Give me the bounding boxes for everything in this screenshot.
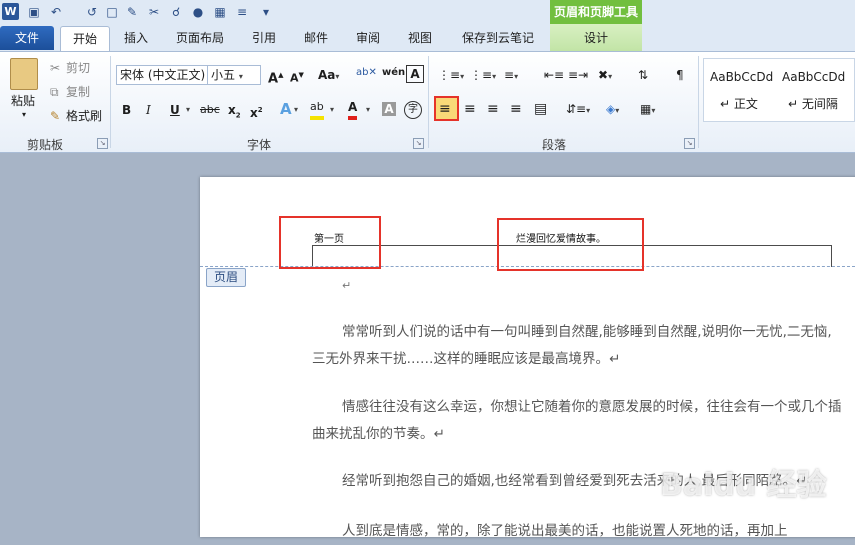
copy-button[interactable]: 复制	[66, 82, 90, 102]
save-icon[interactable]: ▣	[26, 4, 42, 20]
justify-icon[interactable]: ≡	[510, 99, 522, 119]
tab-insert[interactable]: 插入	[116, 28, 156, 48]
show-marks-icon[interactable]: ¶	[676, 65, 684, 85]
word-logo-icon[interactable]: W	[2, 3, 19, 20]
body-paragraph-1[interactable]: 常常听到人们说的话中有一句叫睡到自然醒,能够睡到自然醒,说明你一无忧,二无恼,三…	[312, 319, 842, 373]
font-group-label: 字体	[246, 138, 271, 152]
format-painter-button[interactable]: 格式刷	[66, 106, 102, 126]
superscript-icon[interactable]: x2	[250, 100, 263, 120]
font-color-icon[interactable]: A	[348, 100, 358, 120]
tab-mailings[interactable]: 邮件	[296, 28, 336, 48]
bullets-icon[interactable]: ⋮≡▾	[438, 65, 464, 85]
globe-icon[interactable]: ●	[190, 4, 206, 20]
paragraph-mark: ↵	[342, 279, 352, 292]
paragraph-launcher-icon[interactable]: ↘	[684, 138, 695, 149]
shrink-font-icon[interactable]: A▼	[290, 65, 304, 85]
edit-icon[interactable]: ✎	[124, 4, 140, 20]
enclose-characters-icon[interactable]: 字	[404, 101, 422, 119]
divider	[698, 56, 699, 148]
header-label-tag: 页眉	[206, 268, 246, 287]
borders-icon[interactable]: ▦▾	[640, 99, 655, 119]
highlight-box-header-title	[497, 218, 644, 271]
grow-font-icon[interactable]: A▲	[268, 65, 283, 86]
tab-references[interactable]: 引用	[244, 28, 284, 48]
header-footer-tools-label: 页眉和页脚工具	[550, 0, 642, 24]
align-center-icon[interactable]: ≡	[464, 99, 476, 119]
character-shading-icon[interactable]: A	[382, 102, 396, 116]
tab-page-layout[interactable]: 页面布局	[168, 28, 232, 48]
tab-view[interactable]: 视图	[400, 28, 440, 48]
print-preview-icon[interactable]: ☌	[168, 4, 184, 20]
text-effects-icon[interactable]: A	[280, 99, 292, 119]
numbering-icon[interactable]: ⋮≡▾	[470, 65, 496, 85]
cut-scissors-icon[interactable]: ✂	[50, 58, 60, 78]
tab-design[interactable]: 设计	[556, 28, 636, 48]
format-painter-icon[interactable]: ✎	[50, 106, 60, 126]
tab-file[interactable]: 文件	[0, 26, 54, 50]
change-case-icon[interactable]: Aa▾	[318, 65, 339, 85]
body-paragraph-2[interactable]: 情感往往没有这么幸运，你想让它随着你的意愿发展的时候，往往会有一个或几个插曲来扰…	[312, 394, 842, 448]
line-spacing-icon[interactable]: ⇵≡▾	[566, 99, 590, 119]
paste-dropdown-icon[interactable]: ▾	[14, 108, 34, 122]
font-size-dropdown[interactable]: 小五 ▾	[207, 65, 261, 85]
align-icon[interactable]: ≡	[234, 4, 250, 20]
multilevel-list-icon[interactable]: ≡▾	[504, 65, 518, 85]
chevron-down-icon: ▾	[238, 72, 243, 81]
customize-qat-icon[interactable]: ▾	[258, 4, 274, 20]
paste-icon[interactable]	[10, 58, 38, 90]
font-color-dropdown-icon[interactable]: ▾	[366, 100, 370, 120]
cut-icon[interactable]: ✂	[146, 4, 162, 20]
clipboard-group-label: 剪贴板	[26, 138, 63, 152]
increase-indent-icon[interactable]: ≡⇥	[568, 65, 588, 85]
header-border-right	[831, 245, 832, 267]
font-name-dropdown[interactable]: 宋体 (中文正文)	[116, 65, 208, 85]
redo-icon[interactable]: ↺	[84, 4, 100, 20]
style-normal-preview[interactable]: AaBbCcDd	[710, 70, 773, 84]
sort-icon[interactable]: ⇅	[638, 65, 648, 85]
divider	[110, 56, 111, 148]
highlight-icon[interactable]: ab	[310, 100, 324, 120]
italic-icon[interactable]: I	[146, 100, 151, 120]
font-launcher-icon[interactable]: ↘	[413, 138, 424, 149]
undo-icon[interactable]: ↶	[48, 4, 64, 20]
font-name-value: 宋体 (中文正文)	[120, 68, 206, 82]
baidu-watermark: Baidu 经验	[660, 468, 827, 503]
align-left-icon: ≡	[439, 101, 451, 117]
body-paragraph-4[interactable]: 人到底是情感，常的，除了能说出最美的话，也能说置人死地的话，再加上	[312, 518, 842, 545]
subscript-icon[interactable]: x2	[228, 100, 241, 120]
styles-gallery[interactable]	[703, 58, 855, 122]
picture-icon[interactable]: ▦	[212, 4, 228, 20]
tab-review[interactable]: 审阅	[348, 28, 388, 48]
highlight-box-page-number	[279, 216, 381, 269]
strikethrough-icon[interactable]: abc	[200, 100, 220, 120]
bold-icon[interactable]: B	[122, 100, 131, 120]
style-normal-label: ↵ 正文	[720, 97, 758, 111]
divider	[428, 56, 429, 148]
paragraph-group-label: 段落	[541, 138, 566, 152]
tab-home[interactable]: 开始	[60, 26, 110, 52]
text-effects-dropdown-icon[interactable]: ▾	[294, 100, 298, 120]
cut-button[interactable]: 剪切	[66, 58, 90, 78]
phonetic-guide-icon[interactable]: wén	[382, 63, 405, 83]
clear-format-icon[interactable]: ab✕	[356, 63, 377, 83]
underline-dropdown-icon[interactable]: ▾	[186, 100, 190, 120]
character-border-icon[interactable]: A	[406, 65, 424, 83]
tab-save-cloud-notes[interactable]: 保存到云笔记	[452, 28, 544, 48]
style-no-spacing-label: ↵ 无间隔	[788, 97, 838, 111]
underline-icon[interactable]: U	[170, 100, 180, 120]
distributed-icon[interactable]: ▤	[534, 99, 547, 119]
new-document-icon[interactable]: □	[104, 4, 120, 20]
align-right-icon[interactable]: ≡	[487, 99, 499, 119]
font-size-value: 小五	[211, 68, 236, 82]
decrease-indent-icon[interactable]: ⇤≡	[544, 65, 564, 85]
highlight-dropdown-icon[interactable]: ▾	[330, 100, 334, 120]
shading-icon[interactable]: ◈▾	[606, 99, 619, 119]
clipboard-launcher-icon[interactable]: ↘	[97, 138, 108, 149]
copy-icon[interactable]: ⧉	[50, 82, 59, 102]
style-no-spacing-preview[interactable]: AaBbCcDd	[782, 70, 845, 84]
chinese-layout-icon[interactable]: ✖▾	[598, 65, 612, 85]
